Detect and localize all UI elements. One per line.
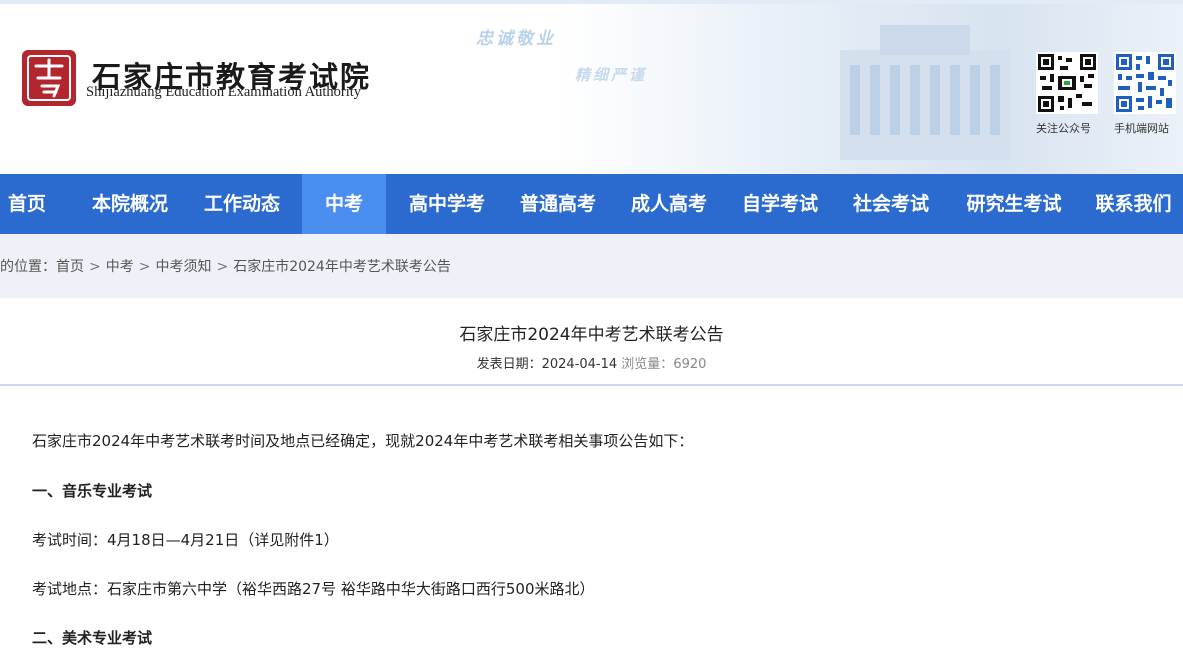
nav-item-graduate-exam[interactable]: 研究生考试 [952, 174, 1076, 234]
slogan-loyalty: 忠诚敬业 [476, 29, 556, 49]
breadcrumb-prefix: 的位置： [0, 259, 56, 275]
building-illustration [840, 25, 1010, 160]
nav-item-social-exam[interactable]: 社会考试 [840, 174, 942, 234]
slogan-precision: 精细严谨 [575, 66, 648, 84]
breadcrumb-link-notice[interactable]: 中考须知 [155, 259, 211, 275]
wechat-qr-code-icon [1036, 52, 1098, 114]
view-count: 6920 [673, 357, 707, 372]
authority-logo[interactable] [20, 48, 78, 108]
nav-item-self-study-exam[interactable]: 自学考试 [729, 174, 831, 234]
main-nav: 首页 本院概况 工作动态 中考 高中学考 普通高考 成人高考 自学考试 社会考试… [0, 174, 1183, 234]
nav-item-zhongkao[interactable]: 中考 [302, 174, 386, 234]
nav-item-adult-exam[interactable]: 成人高考 [618, 174, 720, 234]
breadcrumb-link-current[interactable]: 石家庄市2024年中考艺术联考公告 [233, 259, 451, 275]
breadcrumb-bar: 的位置：首页 > 中考 > 中考须知 > 石家庄市2024年中考艺术联考公告 [0, 234, 1183, 298]
section-heading-art: 二、美术专业考试 [32, 629, 153, 647]
section-heading-music: 一、音乐专业考试 [32, 482, 153, 500]
breadcrumb-link-zhongkao[interactable]: 中考 [106, 259, 134, 275]
nav-item-news[interactable]: 工作动态 [190, 174, 294, 234]
article-header: 石家庄市2024年中考艺术联考公告 发表日期：2024-04-14 浏览量：69… [0, 298, 1183, 386]
article-paragraph-exam-location: 考试地点：石家庄市第六中学（裕华西路27号 裕华路中华大街路口西行500米路北） [32, 580, 595, 598]
nav-item-contact[interactable]: 联系我们 [1084, 174, 1183, 234]
publish-date-label: 发表日期： [476, 357, 542, 372]
mobile-site-qr-code-icon [1114, 52, 1176, 114]
article-paragraph-exam-time: 考试时间：4月18日—4月21日（详见附件1） [32, 531, 339, 549]
article-paragraph-intro: 石家庄市2024年中考艺术联考时间及地点已经确定，现就2024年中考艺术联考相关… [32, 432, 694, 450]
view-count-label: 浏览量： [621, 357, 674, 372]
qr-label-mobile-site: 手机端网站 [1114, 122, 1169, 135]
site-subtitle: Shijiazhuang Education Examination Autho… [86, 84, 362, 100]
article-title: 石家庄市2024年中考艺术联考公告 [459, 325, 724, 345]
breadcrumb-separator: > [138, 259, 151, 275]
breadcrumb-separator: > [216, 259, 229, 275]
nav-item-gaokao[interactable]: 普通高考 [507, 174, 609, 234]
breadcrumb: 的位置：首页 > 中考 > 中考须知 > 石家庄市2024年中考艺术联考公告 [0, 256, 451, 276]
breadcrumb-link-home[interactable]: 首页 [56, 259, 84, 275]
nav-item-high-school-exam[interactable]: 高中学考 [396, 174, 498, 234]
qr-label-wechat: 关注公众号 [1036, 122, 1091, 135]
nav-item-home[interactable]: 首页 [0, 174, 54, 234]
breadcrumb-separator: > [89, 259, 101, 275]
article-meta: 发表日期：2024-04-14 浏览量：6920 [0, 353, 1183, 372]
publish-date: 2024-04-14 [541, 357, 618, 372]
nav-item-about[interactable]: 本院概况 [78, 174, 182, 234]
site-header: 忠诚敬业 精细严谨 石家庄市教育考试院 Shijiazhuang Educati… [0, 0, 1183, 174]
